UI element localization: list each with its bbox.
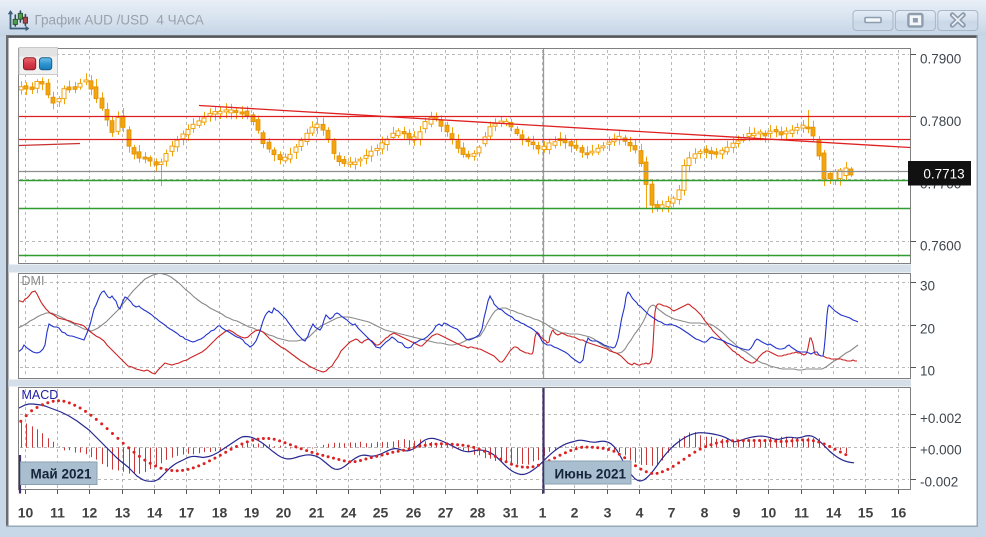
svg-text:31: 31 (503, 505, 519, 521)
svg-text:0.7600: 0.7600 (920, 239, 961, 254)
svg-text:21: 21 (309, 505, 325, 521)
svg-text:30: 30 (920, 278, 935, 293)
svg-text:График AUD /USD 4 ЧАСА: График AUD /USD 4 ЧАСА (35, 13, 204, 28)
svg-text:8: 8 (701, 505, 709, 521)
svg-text:25: 25 (373, 505, 389, 521)
svg-text:+0.002: +0.002 (920, 411, 962, 426)
svg-text:20: 20 (276, 505, 292, 521)
svg-text:15: 15 (858, 505, 874, 521)
svg-text:28: 28 (470, 505, 486, 521)
svg-text:17: 17 (179, 505, 195, 521)
svg-text:13: 13 (115, 505, 131, 521)
svg-text:26: 26 (406, 505, 422, 521)
svg-text:24: 24 (341, 505, 357, 521)
svg-text:18: 18 (212, 505, 228, 521)
svg-text:MACD: MACD (22, 388, 59, 402)
svg-text:0.7800: 0.7800 (920, 114, 961, 129)
svg-text:11: 11 (50, 505, 65, 521)
svg-text:9: 9 (733, 505, 741, 521)
svg-text:2: 2 (571, 505, 579, 521)
svg-text:16: 16 (891, 505, 907, 521)
svg-text:10: 10 (18, 505, 34, 521)
svg-text:3: 3 (604, 505, 612, 521)
svg-text:+0.000: +0.000 (920, 443, 962, 458)
svg-text:27: 27 (438, 505, 454, 521)
svg-text:20: 20 (920, 321, 935, 336)
svg-text:12: 12 (82, 505, 98, 521)
svg-text:DMI: DMI (22, 274, 45, 288)
svg-text:19: 19 (244, 505, 260, 521)
svg-text:11: 11 (794, 505, 809, 521)
svg-text:Июнь 2021: Июнь 2021 (555, 467, 627, 482)
svg-text:14: 14 (826, 505, 842, 521)
svg-text:4: 4 (636, 505, 644, 521)
svg-text:1: 1 (539, 505, 547, 521)
svg-text:0.7713: 0.7713 (923, 167, 964, 182)
svg-text:-0.002: -0.002 (920, 475, 958, 490)
svg-text:Май 2021: Май 2021 (31, 467, 92, 482)
svg-text:7: 7 (668, 505, 676, 521)
svg-text:14: 14 (147, 505, 163, 521)
svg-text:0.7900: 0.7900 (920, 52, 961, 67)
svg-text:10: 10 (761, 505, 777, 521)
svg-text:10: 10 (920, 363, 935, 378)
